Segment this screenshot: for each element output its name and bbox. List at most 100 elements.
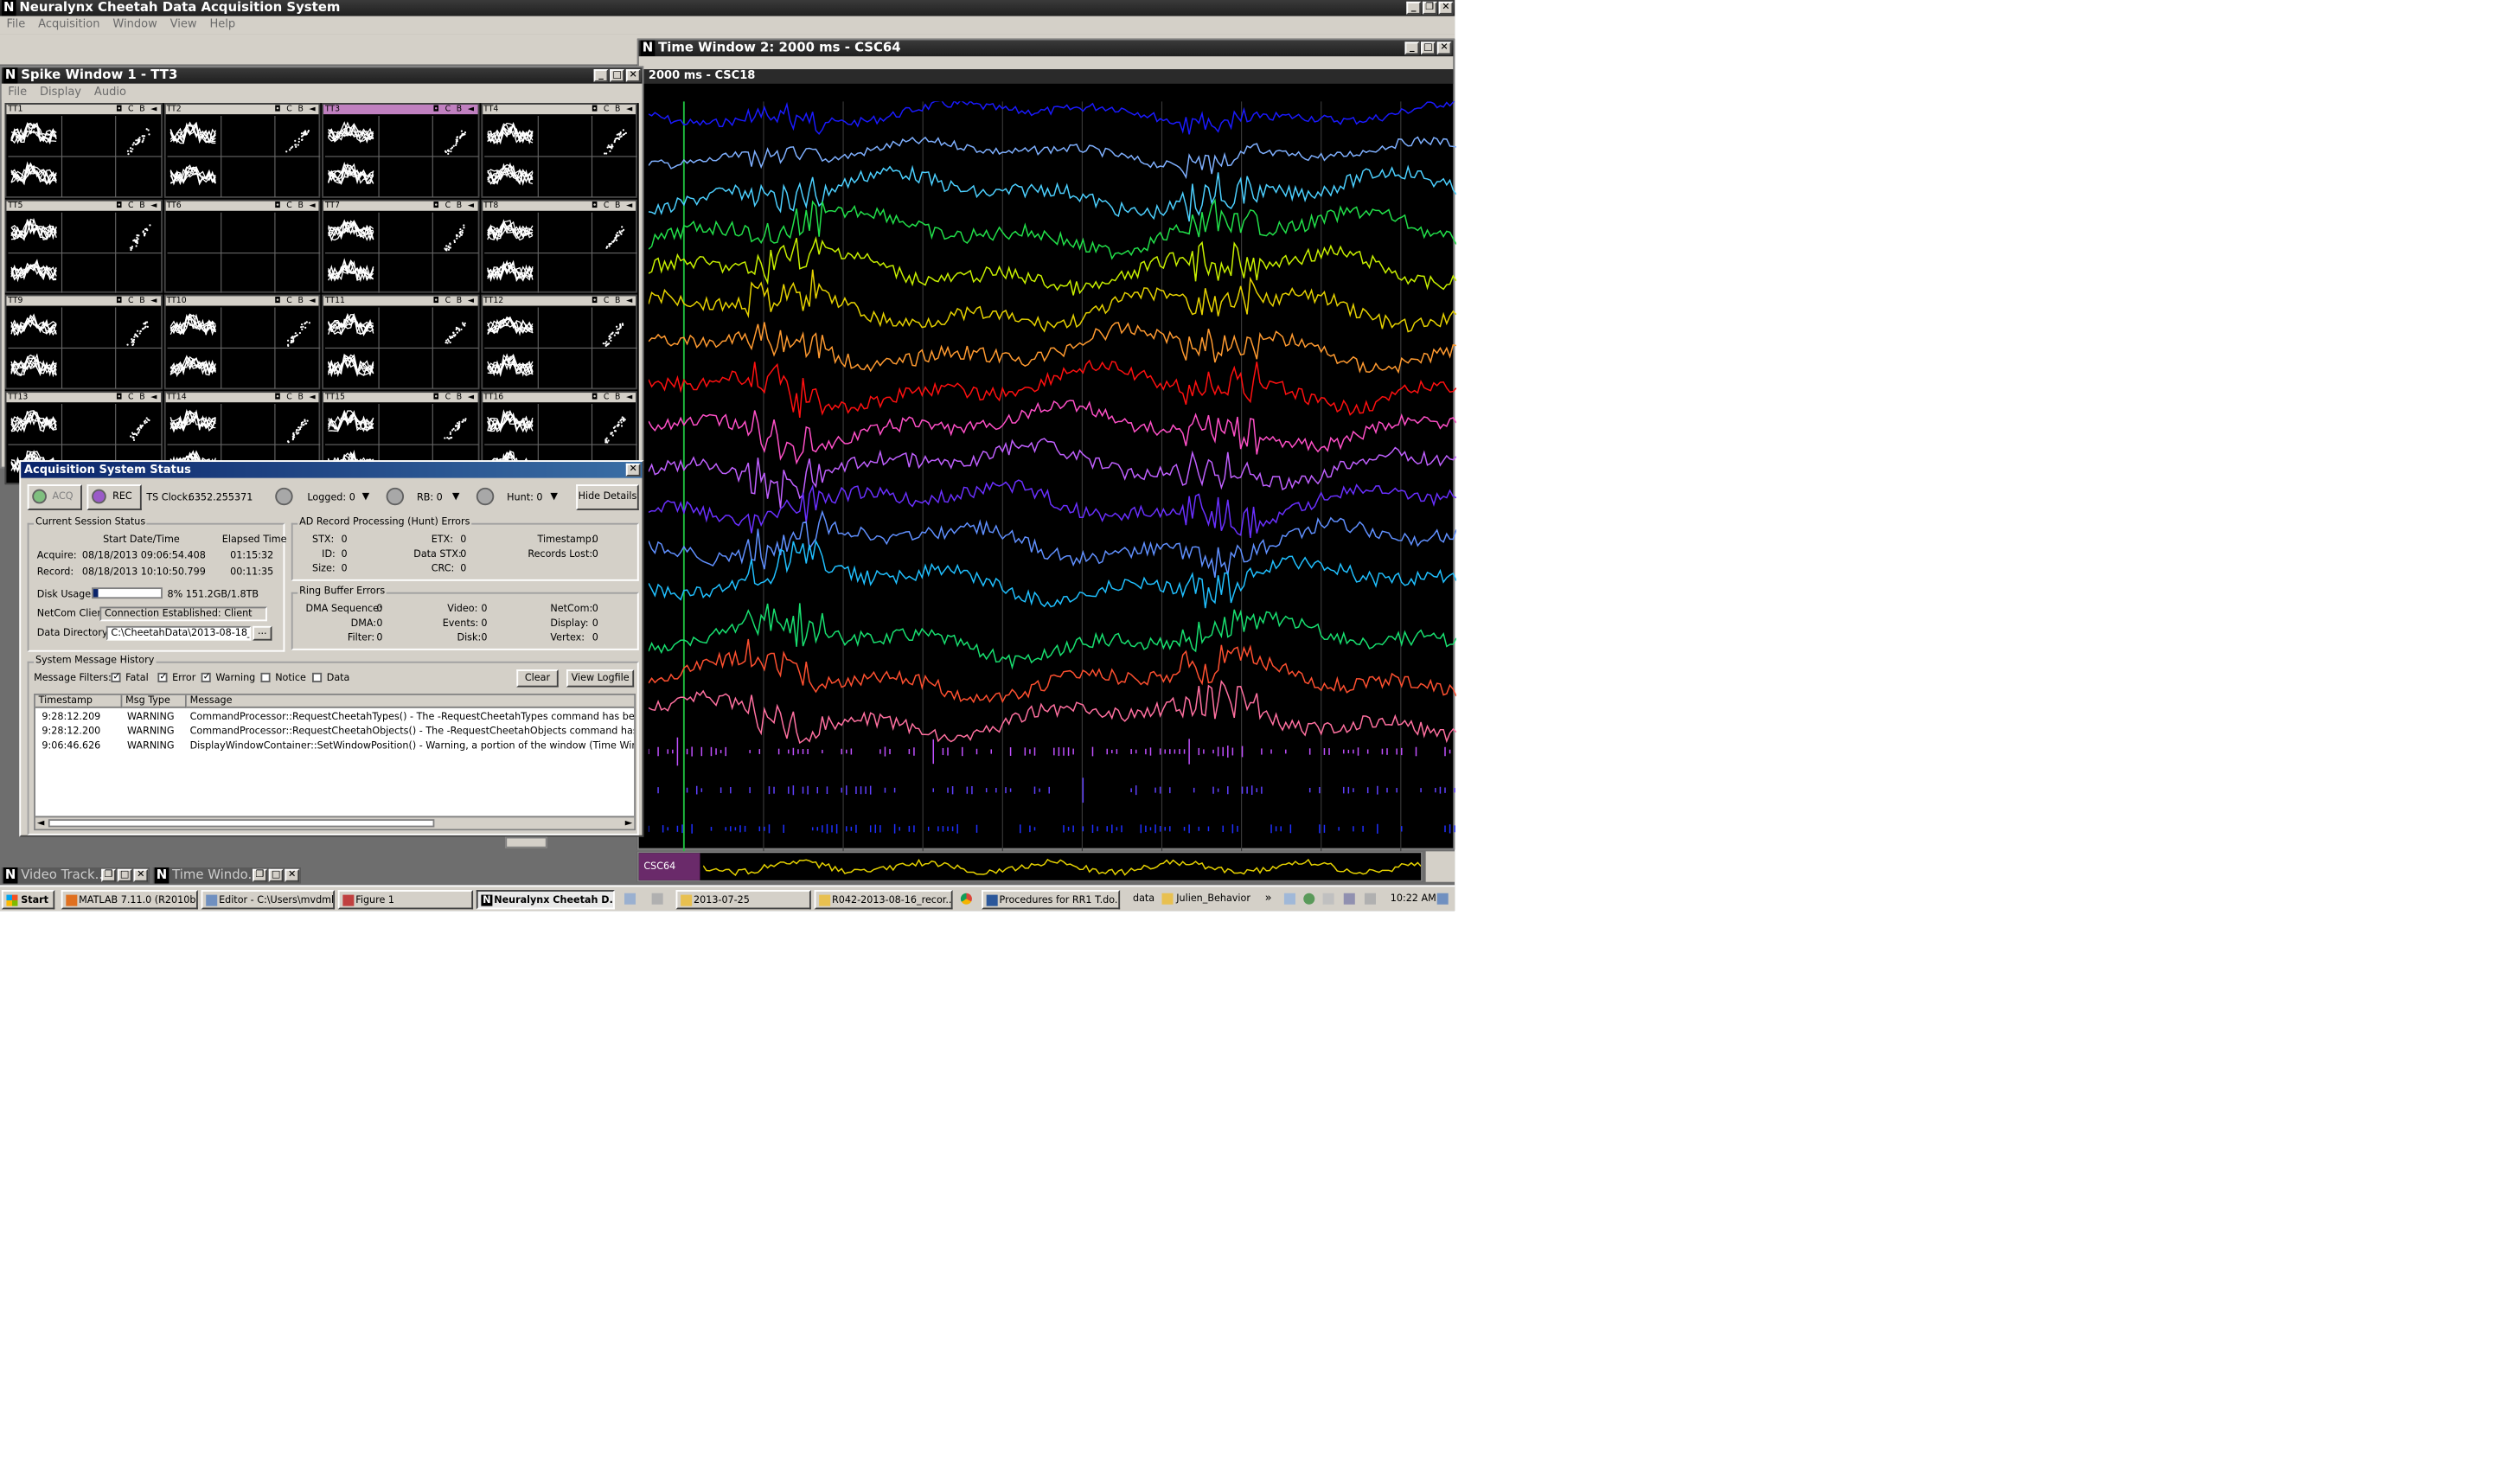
spike-cell-tools-icon[interactable]: ◘ C B ◄	[433, 296, 476, 305]
spike-cell-tools-icon[interactable]: ◘ C B ◄	[116, 105, 158, 114]
spike-cell-tt4[interactable]: TT4 ◘ C B ◄	[480, 103, 637, 197]
toolbar-data[interactable]: data	[1133, 893, 1154, 905]
minimize-icon[interactable]: _	[1404, 42, 1420, 55]
spike-cell-header[interactable]: TT2 ◘ C B ◄	[164, 104, 319, 115]
volume-icon[interactable]	[1364, 893, 1376, 905]
datadir-field[interactable]: C:\CheetahData\2013-08-18_09-	[106, 625, 252, 641]
log-row[interactable]: 9:06:46.626 WARNING DisplayWindowContain…	[35, 739, 634, 753]
spike-cell-tt2[interactable]: TT2 ◘ C B ◄	[163, 103, 321, 197]
tray-flag-icon[interactable]	[1322, 893, 1334, 905]
minimized-video-tracker[interactable]: N Video Track... ❐ □ ✕	[1, 867, 150, 884]
spike-cell-tt6[interactable]: TT6 ◘ C B ◄	[163, 198, 321, 293]
filter-warning-checkbox[interactable]: ✓	[201, 672, 211, 682]
scroll-right-icon[interactable]: ►	[625, 817, 633, 829]
tray-network-icon[interactable]	[1303, 893, 1315, 905]
spike-cell-header[interactable]: TT15 ◘ C B ◄	[323, 392, 477, 402]
close-icon[interactable]: ✕	[1438, 1, 1454, 15]
filter-notice-checkbox[interactable]	[260, 672, 271, 682]
spike-cell-header[interactable]: TT10 ◘ C B ◄	[164, 296, 319, 306]
spike-cell-tools-icon[interactable]: ◘ C B ◄	[274, 296, 317, 305]
logged-dropdown-icon[interactable]: ▼	[362, 491, 370, 502]
spike-cell-tools-icon[interactable]: ◘ C B ◄	[592, 296, 634, 305]
spike-cell-tt5[interactable]: TT5 ◘ C B ◄	[4, 198, 163, 293]
hunt-dropdown-icon[interactable]: ▼	[550, 491, 558, 502]
view-logfile-button[interactable]: View Logfile	[566, 669, 635, 688]
log-row[interactable]: 9:28:12.209 WARNING CommandProcessor::Re…	[35, 710, 634, 725]
taskbar-folder-2013[interactable]: 2013-07-25	[675, 890, 811, 910]
restore-icon[interactable]: ❐	[1422, 1, 1437, 15]
maximize-icon[interactable]: □	[610, 69, 624, 82]
rec-button[interactable]: REC	[86, 484, 142, 510]
acq-button[interactable]: ACQ	[27, 484, 82, 510]
spike-cell-header[interactable]: TT1 ◘ C B ◄	[6, 104, 161, 115]
filter-fatal-checkbox[interactable]: ✓	[111, 672, 121, 682]
spike-cell-header[interactable]: TT7 ◘ C B ◄	[323, 200, 477, 210]
time-window-2[interactable]: N Time Window 2: 2000 ms - CSC64 _ □ ✕ 2…	[636, 38, 1457, 852]
col-msgtype[interactable]: Msg Type	[122, 694, 187, 708]
spike-cell-tt10[interactable]: TT10 ◘ C B ◄	[163, 294, 321, 389]
spike-cell-header[interactable]: TT12 ◘ C B ◄	[482, 296, 636, 306]
spike-window-title-bar[interactable]: N Spike Window 1 - TT3 _ □ ✕	[1, 67, 643, 84]
spike-cell-tools-icon[interactable]: ◘ C B ◄	[116, 392, 158, 401]
spike-cell-tools-icon[interactable]: ◘ C B ◄	[116, 201, 158, 210]
time-window-title-bar[interactable]: N Time Window 2: 2000 ms - CSC64 _ □ ✕	[638, 40, 1454, 57]
menu-help[interactable]: Help	[209, 16, 235, 34]
csc64-strip[interactable]: CSC64	[636, 851, 1423, 882]
chevron-icon[interactable]: »	[1265, 892, 1272, 905]
log-row[interactable]: 9:28:12.200 WARNING CommandProcessor::Re…	[35, 724, 634, 739]
spike-menu-display[interactable]: Display	[40, 84, 81, 100]
close-icon[interactable]: ✕	[133, 868, 149, 882]
close-icon[interactable]: ✕	[625, 463, 641, 477]
spike-cell-tt8[interactable]: TT8 ◘ C B ◄	[480, 198, 637, 293]
taskbar-word[interactable]: Procedures for RR1 T.do...	[982, 890, 1121, 910]
spike-cell-tools-icon[interactable]: ◘ C B ◄	[116, 296, 158, 305]
spike-cell-tools-icon[interactable]: ◘ C B ◄	[433, 105, 476, 114]
restore-icon[interactable]: ❐	[253, 868, 267, 882]
spike-cell-header[interactable]: TT6 ◘ C B ◄	[164, 200, 319, 210]
close-icon[interactable]: ✕	[625, 69, 641, 82]
spike-cell-header[interactable]: TT9 ◘ C B ◄	[6, 296, 161, 306]
spike-cell-tt11[interactable]: TT11 ◘ C B ◄	[322, 294, 479, 389]
toolbar-julien[interactable]: Julien_Behavior	[1176, 893, 1250, 905]
spike-cell-header[interactable]: TT14 ◘ C B ◄	[164, 392, 319, 402]
spike-cell-header[interactable]: TT13 ◘ C B ◄	[6, 392, 161, 402]
taskbar-folder-r042[interactable]: R042-2013-08-16_recor...	[814, 890, 953, 910]
scroll-left-icon[interactable]: ◄	[37, 817, 45, 829]
minimize-icon[interactable]: _	[1406, 1, 1422, 15]
taskbar-cheetah[interactable]: N Neuralynx Cheetah D...	[476, 890, 615, 910]
spike-cell-header[interactable]: TT11 ◘ C B ◄	[323, 296, 477, 306]
tray-icon[interactable]	[1343, 893, 1355, 905]
spike-cell-header[interactable]: TT5 ◘ C B ◄	[6, 200, 161, 210]
hide-details-button[interactable]: Hide Details	[576, 484, 639, 510]
taskbar-figure[interactable]: Figure 1	[337, 890, 474, 910]
rb-dropdown-icon[interactable]: ▼	[452, 491, 460, 502]
browse-button[interactable]: ...	[253, 625, 272, 641]
spike-cell-tools-icon[interactable]: ◘ C B ◄	[592, 201, 634, 210]
spike-cell-tools-icon[interactable]: ◘ C B ◄	[592, 105, 634, 114]
clear-button[interactable]: Clear	[516, 669, 559, 688]
spike-cell-tt7[interactable]: TT7 ◘ C B ◄	[322, 198, 479, 293]
chrome-icon[interactable]	[960, 893, 972, 905]
spike-cell-tt1[interactable]: TT1 ◘ C B ◄	[4, 103, 163, 197]
spike-cell-tt12[interactable]: TT12 ◘ C B ◄	[480, 294, 637, 389]
menu-acquisition[interactable]: Acquisition	[38, 16, 99, 34]
log-scroll-thumb[interactable]	[48, 819, 435, 828]
maximize-icon[interactable]: □	[1421, 42, 1436, 55]
spike-cell-header[interactable]: TT4 ◘ C B ◄	[482, 104, 636, 115]
quicklaunch-icon[interactable]	[624, 893, 636, 905]
spike-cell-tools-icon[interactable]: ◘ C B ◄	[274, 201, 317, 210]
close-icon[interactable]: ✕	[285, 868, 300, 882]
main-title-bar[interactable]: N Neuralynx Cheetah Data Acquisition Sys…	[0, 0, 1455, 16]
col-message[interactable]: Message	[186, 694, 635, 708]
col-timestamp[interactable]: Timestamp	[35, 694, 123, 708]
spike-cell-header[interactable]: TT16 ◘ C B ◄	[482, 392, 636, 402]
filter-error-checkbox[interactable]: ✓	[157, 672, 168, 682]
spike-menu-audio[interactable]: Audio	[94, 84, 126, 100]
spike-cell-tools-icon[interactable]: ◘ C B ◄	[433, 392, 476, 401]
minimize-icon[interactable]: _	[593, 69, 609, 82]
filter-data-checkbox[interactable]	[311, 672, 323, 682]
spike-cell-tt3[interactable]: TT3 ◘ C B ◄	[322, 103, 479, 197]
quicklaunch-icon[interactable]	[651, 893, 663, 905]
log-hscrollbar[interactable]: ◄ ►	[35, 816, 635, 829]
spike-cell-tt9[interactable]: TT9 ◘ C B ◄	[4, 294, 163, 389]
